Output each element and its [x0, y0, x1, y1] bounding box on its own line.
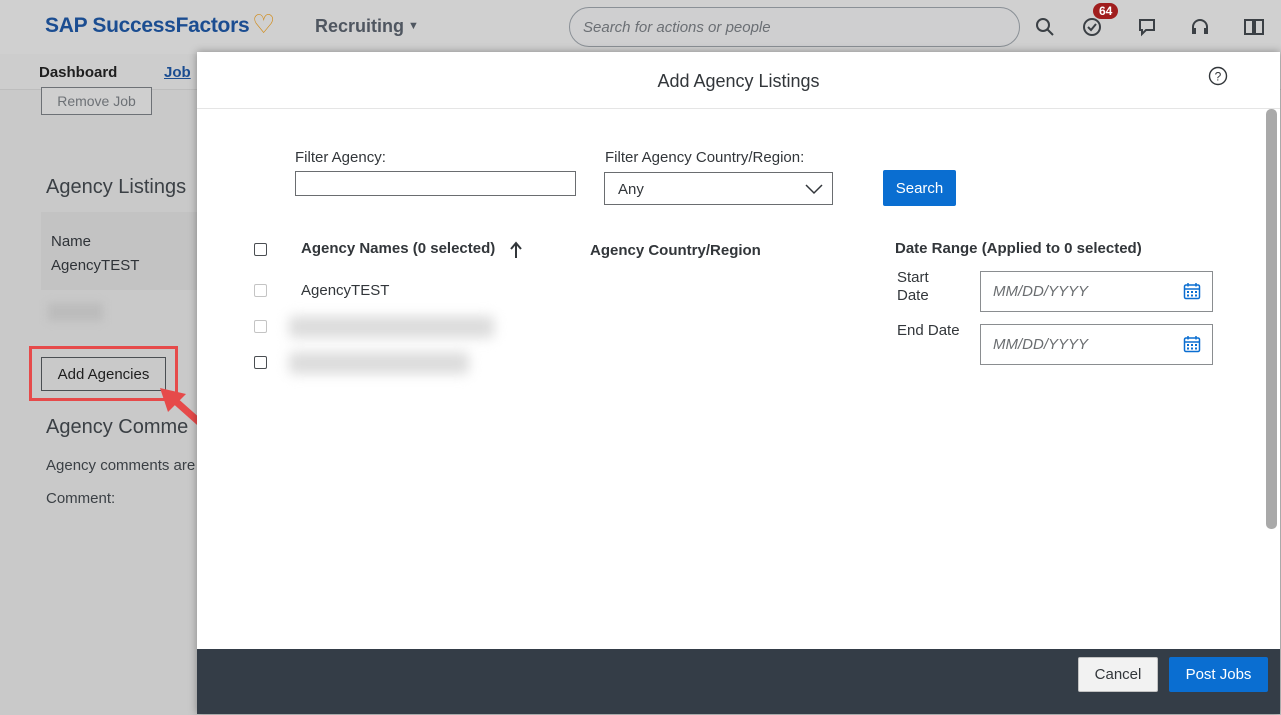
end-date-label: End Date [897, 322, 960, 339]
comment-label: Comment: [46, 490, 116, 507]
tab-dashboard[interactable]: Dashboard [39, 64, 117, 81]
filter-country-label: Filter Agency Country/Region: [605, 149, 805, 166]
table-header-name: Name [51, 233, 92, 250]
tab-job[interactable]: Job [164, 64, 191, 81]
sap-successfactors-logo[interactable]: SAP SuccessFactors ♡ [45, 9, 275, 39]
agency-names-header-label: Agency Names (0 selected) [301, 240, 496, 257]
logo-text: SAP SuccessFactors [45, 14, 250, 37]
dialog-title: Add Agency Listings [657, 71, 820, 91]
start-date-placeholder: MM/DD/YYYY [993, 283, 1089, 300]
agency-names-header[interactable]: Agency Names (0 selected) [301, 240, 495, 257]
sort-ascending-icon[interactable] [509, 241, 523, 259]
agency-listings-table: Name AgencyTEST [41, 212, 201, 290]
add-agency-listings-dialog: Add Agency Listings ? Filter Agency: Fil… [197, 52, 1280, 714]
filter-agency-label: Filter Agency: [295, 149, 386, 166]
agency-comments-text: Agency comments are [46, 457, 196, 474]
module-switcher[interactable]: Recruiting ▼ [315, 16, 419, 37]
start-date-label-line2: Date [897, 287, 929, 304]
caret-down-icon: ▼ [408, 20, 419, 32]
calendar-icon[interactable] [1183, 335, 1201, 353]
todo-check-icon[interactable] [1081, 16, 1103, 38]
row-checkbox[interactable] [254, 320, 267, 333]
start-date-input[interactable]: MM/DD/YYYY [980, 271, 1213, 312]
cancel-button[interactable]: Cancel [1078, 657, 1158, 692]
dialog-header: Add Agency Listings ? [197, 52, 1280, 109]
agency-comments-title: Agency Comme [46, 416, 189, 438]
row-checkbox[interactable] [254, 356, 267, 369]
global-search-input[interactable]: Search for actions or people [569, 7, 1020, 47]
svg-text:?: ? [1215, 70, 1222, 84]
remove-job-button[interactable]: Remove Job [41, 87, 152, 115]
blurred-content [48, 303, 103, 321]
filter-country-select[interactable]: Any [604, 172, 833, 205]
end-date-input[interactable]: MM/DD/YYYY [980, 324, 1213, 365]
scrollbar-thumb[interactable] [1266, 109, 1277, 529]
select-all-checkbox[interactable] [254, 243, 267, 256]
date-range-header: Date Range (Applied to 0 selected) [895, 240, 1142, 257]
search-icon[interactable] [1034, 16, 1056, 38]
calendar-icon[interactable] [1183, 282, 1201, 300]
filter-country-value: Any [618, 181, 644, 198]
table-row: AgencyTEST [301, 282, 390, 299]
heart-icon: ♡ [252, 9, 276, 39]
book-icon[interactable] [1243, 16, 1265, 38]
dialog-scrollbar[interactable] [1265, 109, 1277, 649]
top-bar: SAP SuccessFactors ♡ Recruiting ▼ Search … [0, 0, 1281, 54]
dialog-footer: Cancel Post Jobs [197, 649, 1280, 714]
headset-icon[interactable] [1189, 16, 1211, 38]
agency-listings-title: Agency Listings [46, 176, 187, 198]
notification-badge: 64 [1093, 3, 1119, 19]
table-row: AgencyTEST [51, 257, 140, 274]
search-placeholder: Search for actions or people [583, 19, 771, 36]
search-button[interactable]: Search [883, 170, 956, 206]
filter-agency-input[interactable] [295, 171, 576, 196]
agency-country-header: Agency Country/Region [590, 242, 761, 259]
start-date-label-line1: Start [897, 269, 929, 286]
chat-icon[interactable] [1136, 16, 1158, 38]
chevron-down-icon [805, 184, 823, 195]
help-icon[interactable]: ? [1208, 66, 1228, 86]
post-jobs-button[interactable]: Post Jobs [1169, 657, 1268, 692]
add-agencies-button[interactable]: Add Agencies [41, 357, 166, 391]
blurred-row [289, 316, 494, 338]
end-date-placeholder: MM/DD/YYYY [993, 336, 1089, 353]
row-checkbox[interactable] [254, 284, 267, 297]
module-label: Recruiting [315, 16, 405, 36]
blurred-row [289, 352, 469, 374]
